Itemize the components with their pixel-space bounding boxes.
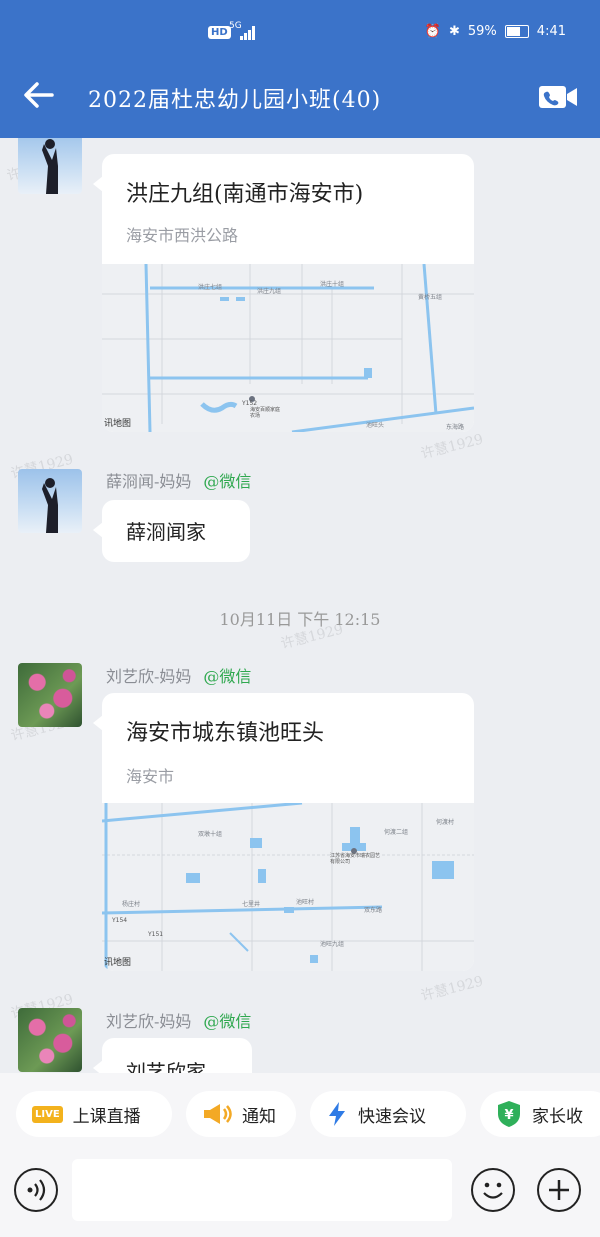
message-bubble[interactable]: 刘艺欣家 [93, 1038, 252, 1073]
map-label: 杨庄村 [122, 901, 141, 908]
quick-meeting-button[interactable]: 快速会议 [310, 1091, 466, 1137]
sender-name: 刘艺欣-妈妈 @微信 [106, 1012, 252, 1031]
watermark: 许慧1929 [419, 973, 485, 1005]
timestamp: 10月11日 下午 12:15 [219, 610, 381, 629]
avatar[interactable] [18, 469, 82, 533]
video-call-icon[interactable] [538, 84, 578, 110]
message-text: 刘艺欣家 [126, 1060, 206, 1073]
map-label: 双东路 [364, 907, 383, 914]
map-label: 七里井 [242, 901, 261, 908]
chat-title: 2022届杜忠幼儿园小班(40) [88, 88, 382, 113]
chat-area[interactable]: 许慧1929 许慧1929 许慧1929 许慧1929 许慧1929 许慧192… [0, 138, 600, 1073]
location-title: 洪庄九组(南通市海安市) [126, 182, 364, 207]
map-label: 洪庄九组 [257, 288, 282, 295]
hd-badge: HD [208, 26, 231, 39]
message-input[interactable] [72, 1159, 452, 1221]
map-label: 洪庄七组 [198, 284, 223, 291]
parent-fee-button[interactable]: ¥ 家长收 [480, 1091, 600, 1137]
map-label: 何渡二组 [384, 829, 409, 836]
live-class-button[interactable]: LIVE 上课直播 [16, 1091, 172, 1137]
lightning-icon [329, 1102, 345, 1126]
avatar[interactable] [18, 1008, 82, 1072]
app-header: HD 5G ⏰ ✱ 59% 4:41 2022届杜忠幼儿园小班(40) [0, 0, 600, 138]
bluetooth-icon: ✱ [448, 24, 460, 39]
wechat-source: @微信 [203, 472, 252, 491]
map-label: Y151 [148, 931, 164, 938]
clock: 4:41 [536, 24, 566, 39]
map-label: 东海路 [446, 424, 465, 431]
svg-text:¥: ¥ [504, 1108, 513, 1123]
map-label: Y152 [242, 400, 258, 407]
map-label: 江苏省海安市瑞农园艺有限公司 [330, 853, 381, 865]
bottom-toolbar: LIVE 上课直播 通知 快速会议 ¥ 家长收 [0, 1073, 600, 1237]
location-card[interactable]: 海安市城东镇池旺头 海安市 双墩十组 何渡二组 何渡村 江苏省海安市瑞农园艺有限… [93, 693, 474, 971]
watermark: 许慧1929 [419, 431, 485, 463]
map-label: Y154 [112, 917, 128, 924]
battery-icon [504, 25, 529, 38]
location-address: 海安市西洪公路 [126, 226, 239, 245]
arrow-left-icon[interactable] [22, 78, 56, 112]
status-bar: HD 5G ⏰ ✱ 59% 4:41 [0, 22, 600, 48]
signal-icon [240, 26, 258, 40]
message-bubble[interactable]: 薛浻闻家 [93, 500, 250, 562]
map-label: 池旺九组 [320, 941, 345, 948]
wechat-source: @微信 [203, 1012, 252, 1031]
map-label: 洪庄十组 [320, 281, 345, 288]
map-credit: 讯地图 [104, 419, 132, 429]
location-address: 海安市 [126, 767, 175, 786]
map-preview[interactable]: 洪庄七组 洪庄九组 洪庄十组 黄桥五组 Y152 海安百顺家庭农场 池旺头 东海… [102, 264, 474, 432]
notice-button[interactable]: 通知 [186, 1091, 296, 1137]
location-card[interactable]: 洪庄九组(南通市海安市) 海安市西洪公路 洪庄七组 洪庄九组 洪庄十组 黄桥五组… [93, 154, 474, 432]
shield-yen-icon: ¥ [498, 1101, 520, 1127]
map-credit: 讯地图 [104, 958, 132, 968]
map-label: 海安百顺家庭农场 [250, 407, 281, 419]
location-title: 海安市城东镇池旺头 [126, 721, 325, 746]
plus-icon[interactable] [537, 1168, 581, 1212]
battery-percent: 59% [467, 24, 497, 39]
avatar[interactable] [18, 138, 82, 194]
map-preview[interactable]: 双墩十组 何渡二组 何渡村 江苏省海安市瑞农园艺有限公司 杨庄村 七里井 池旺村… [102, 803, 474, 971]
wechat-source: @微信 [203, 667, 252, 686]
map-label: 池旺村 [296, 899, 315, 906]
alarm-icon: ⏰ [424, 24, 441, 39]
map-label: 何渡村 [436, 819, 455, 826]
emoji-icon[interactable] [471, 1168, 515, 1212]
map-label: 双墩十组 [198, 831, 223, 838]
sender-name: 薛浻闻-妈妈 @微信 [106, 472, 252, 491]
message-text: 薛浻闻家 [126, 520, 206, 544]
voice-icon[interactable] [14, 1168, 58, 1212]
map-label: 池旺头 [366, 422, 385, 429]
megaphone-icon [204, 1104, 232, 1124]
sender-name: 刘艺欣-妈妈 @微信 [106, 667, 252, 686]
avatar[interactable] [18, 663, 82, 727]
map-label: 黄桥五组 [418, 294, 443, 301]
live-icon: LIVE [32, 1105, 63, 1123]
